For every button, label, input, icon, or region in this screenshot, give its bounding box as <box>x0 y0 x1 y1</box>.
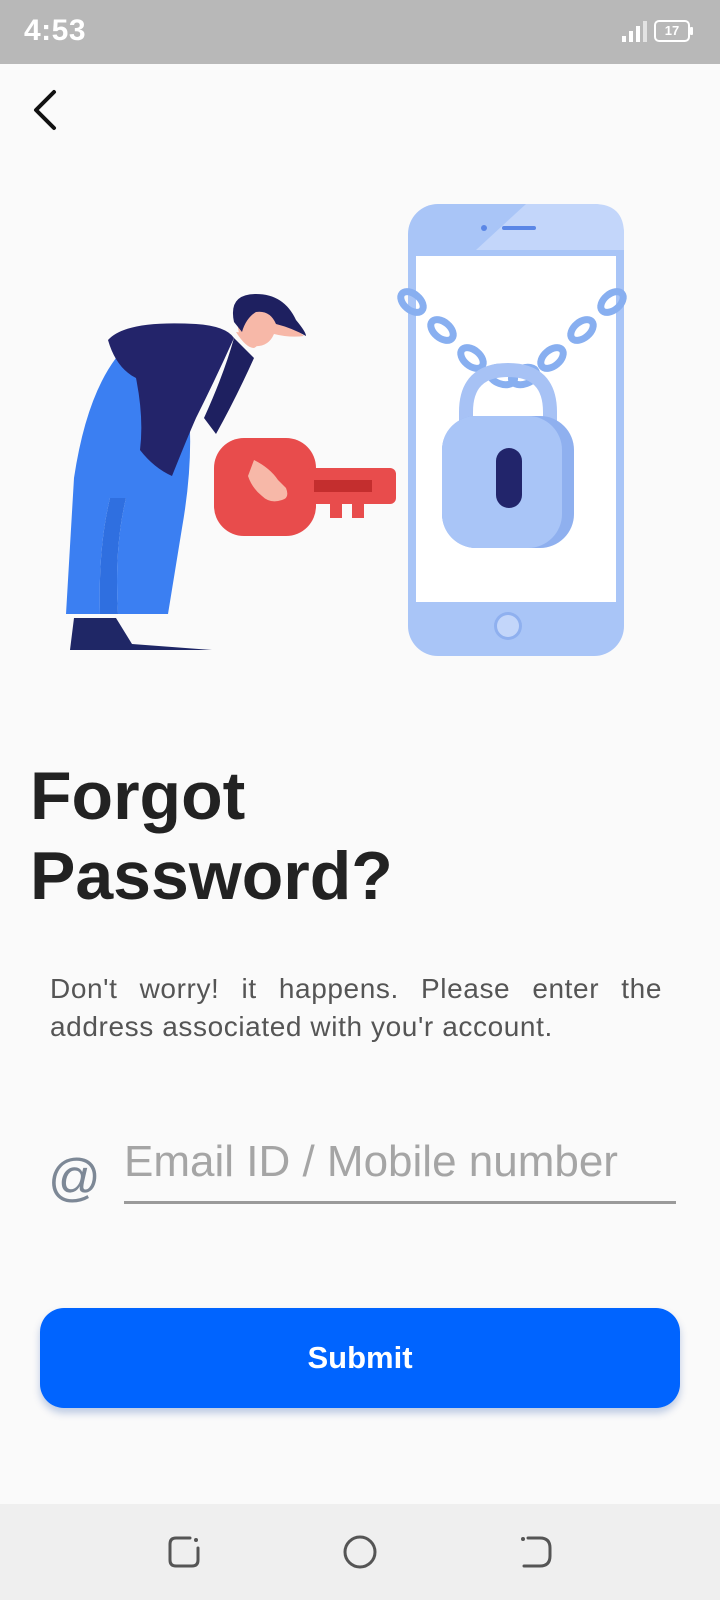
page-title-line-2: Password? <box>30 838 393 914</box>
description-text: Don't worry! it happens. Please enter th… <box>50 973 662 1042</box>
at-sign-icon: @ <box>48 1149 101 1207</box>
home-icon[interactable] <box>342 1534 378 1570</box>
page-title-line-1: Forgot <box>30 758 246 834</box>
navigation-bar <box>0 1504 720 1600</box>
forgot-password-illustration <box>66 204 627 656</box>
recent-apps-icon[interactable] <box>166 1534 202 1570</box>
email-mobile-input[interactable] <box>124 1122 676 1204</box>
page-title: Forgot Password? <box>30 756 630 916</box>
status-time: 4:53 <box>24 14 87 47</box>
signal-icon <box>622 21 647 42</box>
battery-icon: 17 <box>654 20 694 42</box>
back-button[interactable] <box>24 84 72 132</box>
chevron-left-icon <box>34 90 56 130</box>
submit-button[interactable]: Submit <box>40 1308 680 1408</box>
back-nav-icon[interactable] <box>518 1534 554 1570</box>
battery-level: 17 <box>664 23 680 38</box>
status-bar: 4:53 17 <box>0 0 720 64</box>
key-image <box>214 438 396 536</box>
